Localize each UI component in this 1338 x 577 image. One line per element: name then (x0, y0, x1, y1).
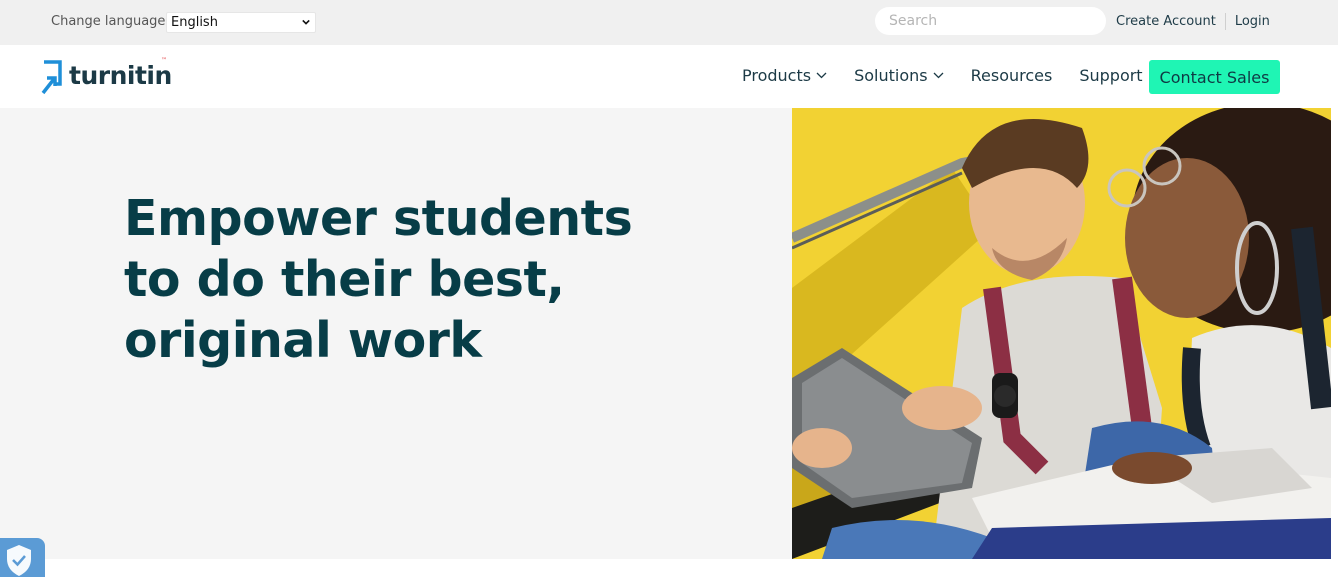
hero-heading-line-1: Empower students (124, 190, 633, 247)
create-account-link[interactable]: Create Account (1116, 14, 1216, 29)
privacy-settings-button[interactable] (0, 538, 45, 577)
login-link[interactable]: Login (1235, 14, 1270, 29)
account-links: Create Account Login (1116, 13, 1270, 30)
logo-text: turnitin (69, 60, 172, 90)
nav-item-solutions[interactable]: Solutions (854, 66, 944, 85)
chevron-down-icon (933, 72, 944, 79)
chevron-down-icon (302, 19, 310, 25)
nav-item-resources[interactable]: Resources (971, 66, 1053, 85)
chevron-down-icon (816, 72, 827, 79)
nav-item-label: Support (1079, 66, 1143, 85)
shield-check-icon (7, 545, 31, 576)
students-with-tablet-photo (792, 108, 1331, 559)
language-selected-value: English (171, 15, 218, 30)
page-bottom-strip (0, 559, 1338, 577)
contact-sales-button[interactable]: Contact Sales (1149, 60, 1280, 94)
turnitin-arrow-logo-icon (41, 60, 62, 95)
hero-heading-line-2: to do their best, (124, 251, 565, 308)
nav-item-label: Resources (970, 66, 1053, 85)
trademark-mark: ™ (161, 57, 167, 64)
hero-heading-line-3: original work (124, 312, 482, 369)
hero-heading: Empower students to do their best, origi… (124, 188, 684, 371)
language-select[interactable]: English (166, 12, 316, 33)
hero-text-panel: Empower students to do their best, origi… (0, 108, 792, 559)
nav-item-products[interactable]: Products (742, 66, 827, 85)
nav-item-label: Products (742, 66, 812, 85)
turnitin-logo[interactable]: turnitin (40, 58, 172, 96)
utility-bar: Change language English Create Account L… (0, 0, 1338, 45)
link-divider (1224, 13, 1226, 30)
primary-nav: Products Solutions Resources Support (742, 66, 1170, 85)
hero-section: Empower students to do their best, origi… (0, 108, 1338, 559)
nav-item-label: Solutions (854, 66, 928, 85)
main-nav: turnitin ™ Products Solutions Resources … (0, 45, 1338, 108)
nav-item-support[interactable]: Support (1079, 66, 1142, 85)
search-input[interactable] (875, 7, 1106, 35)
change-language-label: Change language (51, 14, 166, 29)
hero-image (792, 108, 1331, 559)
